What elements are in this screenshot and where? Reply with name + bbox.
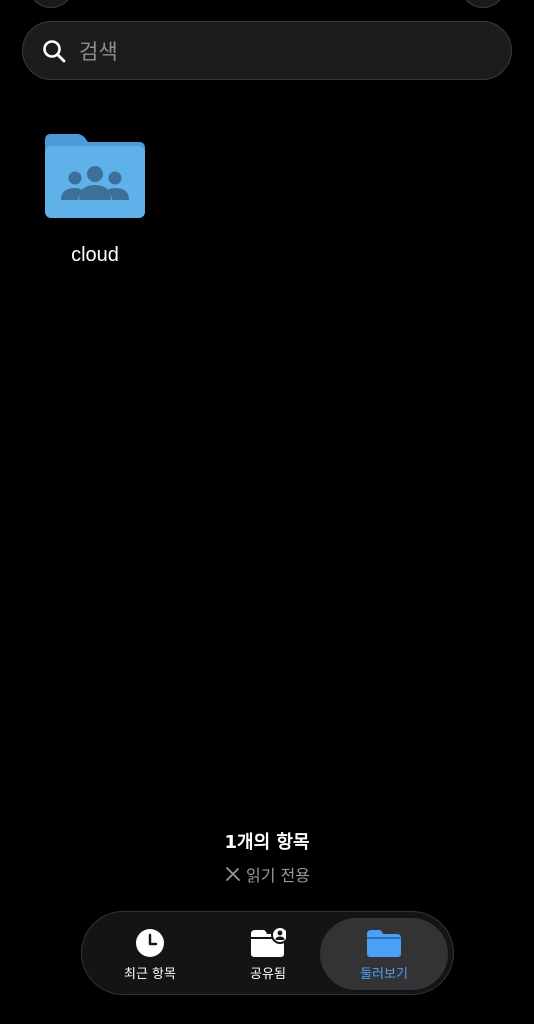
tab-browse[interactable]: 둘러보기 [320,912,448,996]
pencil-slash-icon [226,867,240,881]
folder-icon [367,929,401,957]
top-right-button[interactable] [460,0,506,8]
clock-icon [136,928,164,957]
files-browse-screen: 검색 cloud 1개의 항목 읽기 전용 최근 항목 공유됨 둘러보기 [0,0,534,1024]
folder-name: cloud [71,244,119,266]
shared-folder-icon [251,926,286,957]
folder-item-cloud[interactable]: cloud [34,130,156,267]
readonly-label: 읽기 전용 [246,866,310,885]
readonly-indicator: 읽기 전용 [0,862,534,886]
search-placeholder: 검색 [79,39,118,64]
shared-folder-icon [45,134,145,218]
search-icon [43,39,66,62]
item-count: 1개의 항목 [224,832,310,853]
tab-recents[interactable]: 최근 항목 [88,912,212,996]
top-left-button[interactable] [28,0,74,8]
tab-shared-label: 공유됨 [250,966,286,982]
tab-browse-label: 둘러보기 [360,966,408,982]
tab-recents-label: 최근 항목 [124,966,176,982]
tab-shared[interactable]: 공유됨 [206,912,330,996]
search-bar[interactable]: 검색 [22,21,512,80]
tab-bar: 최근 항목 공유됨 둘러보기 [81,911,454,995]
